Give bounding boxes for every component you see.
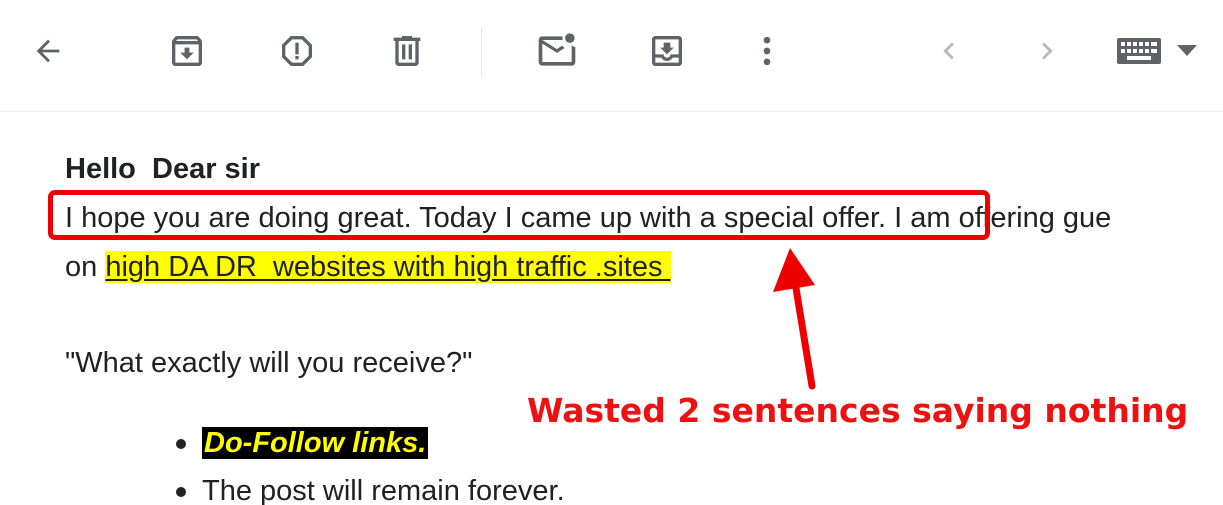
archive-icon <box>172 36 202 66</box>
more-vert-icon <box>763 36 771 66</box>
back-button[interactable] <box>24 27 72 75</box>
report-spam-button[interactable] <box>273 27 321 75</box>
bullet-dot <box>176 487 186 497</box>
email-toolbar <box>0 0 1223 112</box>
input-tools-button[interactable] <box>1115 27 1163 75</box>
list-item-text: The post will remain forever. <box>202 475 565 505</box>
trash-icon <box>393 36 421 66</box>
email-body: Hello Dear sir I hope you are doing grea… <box>0 112 1223 505</box>
list-item: The post will remain forever. <box>176 474 565 505</box>
annotation-caption: Wasted 2 sentences saying nothing <box>527 391 1189 430</box>
previous-email-button[interactable] <box>925 27 973 75</box>
next-email-button[interactable] <box>1023 27 1071 75</box>
next-chevron-icon <box>1042 42 1053 60</box>
bullet-dot <box>176 439 186 449</box>
delete-button[interactable] <box>383 27 431 75</box>
back-arrow-icon <box>36 39 60 63</box>
more-options-button[interactable] <box>743 27 791 75</box>
move-to-icon <box>652 36 682 66</box>
prev-chevron-icon <box>943 42 954 60</box>
email-question: "What exactly will you receive?" <box>65 347 473 379</box>
mark-unread-button[interactable] <box>533 27 581 75</box>
input-tools-dropdown[interactable] <box>1170 27 1204 75</box>
email-line-2-prefix: on <box>65 251 106 283</box>
archive-button[interactable] <box>163 27 211 75</box>
email-greeting: Hello Dear sir <box>65 153 261 185</box>
keyboard-icon <box>1117 38 1161 64</box>
list-item: Do-Follow links. <box>176 426 565 460</box>
move-to-button[interactable] <box>643 27 691 75</box>
highlighted-link[interactable]: high DA DR websites with high traffic .s… <box>105 251 671 283</box>
dofollow-highlight: Do-Follow links. <box>202 427 429 459</box>
toolbar-divider <box>481 27 482 76</box>
mark-unread-icon <box>538 33 576 66</box>
dropdown-caret-icon <box>1177 45 1197 56</box>
email-line-2: on high DA DR websites with high traffic… <box>65 250 671 284</box>
report-spam-icon <box>282 36 312 66</box>
boxed-sentences: I hope you are doing great. Today I came… <box>65 202 887 234</box>
email-line-1: I hope you are doing great. Today I came… <box>65 201 1111 235</box>
benefits-list: Do-Follow links. The post will remain fo… <box>176 426 565 505</box>
email-line-1-rest: I am offering gue <box>886 202 1112 234</box>
